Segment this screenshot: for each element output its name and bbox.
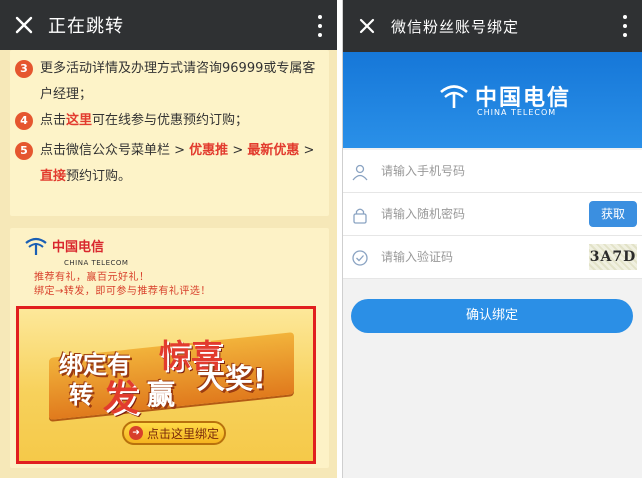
telecom-logo-text: 中国电信 [52,240,105,255]
slogan-line-2: 绑定→转发，即可参与推荐有礼评选！ [34,286,211,297]
close-icon[interactable] [343,1,391,51]
headline-part: 大奖! [197,362,266,395]
menu-link-zuixin[interactable]: 最新优惠 [247,143,299,158]
bind-form: 请输入手机号码 请输入随机密码 获取 请输入验证码 3A7D [343,150,642,279]
brand-hero: 中国电信 CHINA TELECOM [343,52,642,148]
headline-part: 赢 [147,378,176,411]
separator: > [228,143,248,158]
confirm-bind-button[interactable]: 确认绑定 [351,299,633,333]
step-number: 5 [15,142,33,160]
telecom-logo-icon [25,237,47,255]
phone-placeholder: 请输入手机号码 [381,164,466,178]
slogan-line-1: 推荐有礼，赢百元好礼！ [34,272,150,283]
right-topbar: 微信粉丝账号绑定 [343,0,642,52]
step-text: 更多活动详情及办理方式请咨询96999或专属客户经理； [40,61,316,102]
promo-card: 中国电信 CHINA TELECOM 推荐有礼，赢百元好礼！ 绑定→转发，即可参… [10,228,329,468]
cta-label: 点击这里绑定 [146,426,219,441]
promo-banner[interactable]: 绑定有 惊喜 转 发 赢 大奖! ➜ 点击这里绑定 [16,306,316,464]
page-title: 微信粉丝账号绑定 [391,17,520,36]
get-code-button[interactable]: 获取 [589,201,637,227]
arrow-right-icon: ➜ [128,426,143,440]
step-4: 4 点击这里可在线参与优惠预约订购； [15,108,320,134]
telecom-logo: 中国电信 [24,236,104,255]
step-number: 3 [15,60,33,78]
left-topbar: 正在跳转 [0,0,337,50]
close-icon[interactable] [0,0,48,50]
user-icon [352,164,368,181]
captcha-field[interactable]: 请输入验证码 3A7D [343,236,642,279]
instructions-card: 3 更多活动详情及办理方式请咨询96999或专属客户经理； 4 点击这里可在线参… [10,50,329,216]
page-title: 正在跳转 [48,16,124,37]
step-3: 3 更多活动详情及办理方式请咨询96999或专属客户经理； [15,56,320,108]
screenshot-root: 正在跳转 3 更多活动详情及办理方式请咨询96999或专属客户经理； 4 点击这… [0,0,642,478]
telecom-logo-en: CHINA TELECOM [64,259,129,267]
left-panel: 正在跳转 3 更多活动详情及办理方式请咨询96999或专属客户经理； 4 点击这… [0,0,337,478]
lock-icon [353,208,367,224]
right-panel: 微信粉丝账号绑定 中国电信 CHINA TELECOM 请输入手机号码 请输入随… [342,0,642,478]
password-placeholder: 请输入随机密码 [381,207,466,221]
step-number: 4 [15,112,33,130]
menu-link-youhuitui[interactable]: 优惠推 [189,143,228,158]
bind-cta-button[interactable]: ➜ 点击这里绑定 [122,421,226,445]
more-menu-icon[interactable] [620,15,630,37]
step-text: 可在线参与优惠预约订购； [92,113,249,128]
headline-part: 转 [69,381,93,409]
menu-link-zhijie[interactable]: 直接 [40,169,66,184]
phone-field[interactable]: 请输入手机号码 [343,150,642,193]
here-link[interactable]: 这里 [66,113,92,128]
more-menu-icon[interactable] [315,15,325,37]
captcha-image[interactable]: 3A7D [589,244,637,270]
check-icon [352,250,368,266]
telecom-logo-icon [440,85,468,108]
separator: > [299,143,315,158]
step-text: 点击 [40,113,67,128]
telecom-logo: 中国电信 CHINA TELECOM [439,80,571,117]
telecom-logo-en: CHINA TELECOM [477,108,557,117]
step-text: 点击微信公众号菜单栏 > [40,143,190,158]
captcha-placeholder: 请输入验证码 [381,250,454,264]
password-field[interactable]: 请输入随机密码 获取 [343,193,642,236]
step-text: 预约订购。 [66,169,132,184]
step-5: 5 点击微信公众号菜单栏 > 优惠推 > 最新优惠 > 直接预约订购。 [15,138,320,190]
headline-part: 发 [103,378,140,419]
